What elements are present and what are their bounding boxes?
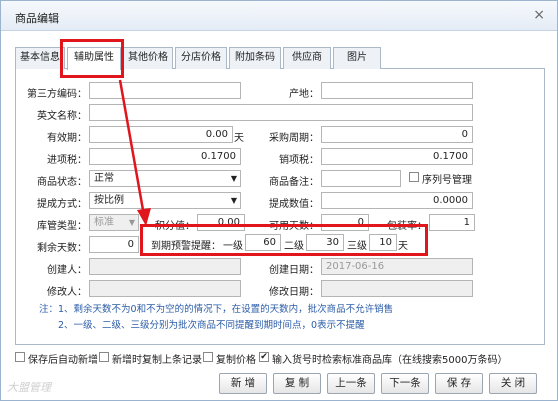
annotation-arrow-icon	[118, 79, 151, 226]
